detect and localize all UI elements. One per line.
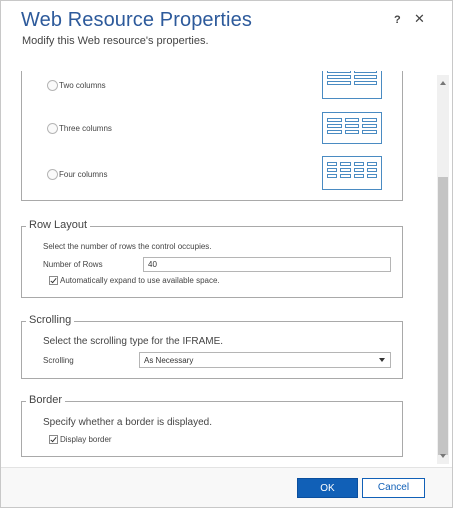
auto-expand-label: Automatically expand to use available sp… [60, 276, 220, 285]
scrolling-select[interactable]: As Necessary [139, 352, 391, 368]
cancel-button[interactable]: Cancel [362, 478, 425, 498]
border-fieldset: Border Specify whether a border is displ… [21, 394, 403, 457]
ok-button[interactable]: OK [297, 478, 358, 498]
scrollbar-thumb[interactable] [438, 177, 448, 455]
row-layout-legend: Row Layout [26, 219, 91, 231]
scrolling-legend: Scrolling [26, 314, 75, 326]
radio-button[interactable] [47, 80, 58, 91]
radio-label: Four columns [59, 170, 108, 179]
scrolling-label: Scrolling [43, 356, 74, 365]
scrolling-description: Select the scrolling type for the IFRAME… [43, 336, 224, 347]
radio-label: Three columns [59, 124, 112, 133]
display-border-label: Display border [60, 435, 112, 444]
border-legend: Border [26, 394, 66, 406]
four-columns-layout-icon [322, 156, 382, 190]
help-icon[interactable]: ? [394, 14, 401, 26]
radio-button[interactable] [47, 123, 58, 134]
dialog-title: Web Resource Properties [21, 9, 252, 31]
number-of-rows-input[interactable]: 40 [143, 257, 391, 272]
two-columns-layout-icon [322, 71, 382, 99]
three-columns-layout-icon [322, 112, 382, 144]
radio-button[interactable] [47, 169, 58, 180]
scrolling-select-value: As Necessary [144, 356, 194, 365]
border-description: Specify whether a border is displayed. [43, 417, 212, 428]
auto-expand-checkbox-row[interactable]: Automatically expand to use available sp… [49, 276, 220, 285]
properties-scroll-area: Two columns Three columns Four columns R… [21, 71, 433, 461]
auto-expand-checkbox[interactable] [49, 276, 58, 285]
scrolling-fieldset: Scrolling Select the scrolling type for … [21, 314, 403, 379]
row-layout-description: Select the number of rows the control oc… [43, 242, 212, 251]
row-layout-fieldset: Row Layout Select the number of rows the… [21, 219, 403, 298]
dropdown-arrow-icon [379, 358, 385, 362]
radio-four-columns[interactable]: Four columns [47, 169, 107, 180]
radio-label: Two columns [59, 81, 106, 90]
radio-two-columns[interactable]: Two columns [47, 80, 106, 91]
display-border-checkbox-row[interactable]: Display border [49, 435, 112, 444]
scroll-up-arrow-icon[interactable] [440, 81, 446, 85]
vertical-scrollbar[interactable] [437, 75, 449, 464]
close-icon[interactable]: ✕ [414, 11, 425, 27]
web-resource-properties-dialog: Web Resource Properties Modify this Web … [0, 0, 453, 508]
dialog-subtitle: Modify this Web resource's properties. [22, 35, 209, 47]
number-of-rows-label: Number of Rows [43, 260, 103, 269]
column-layout-fieldset: Two columns Three columns Four columns [21, 71, 403, 201]
scroll-down-arrow-icon[interactable] [440, 454, 446, 458]
radio-three-columns[interactable]: Three columns [47, 123, 112, 134]
display-border-checkbox[interactable] [49, 435, 58, 444]
